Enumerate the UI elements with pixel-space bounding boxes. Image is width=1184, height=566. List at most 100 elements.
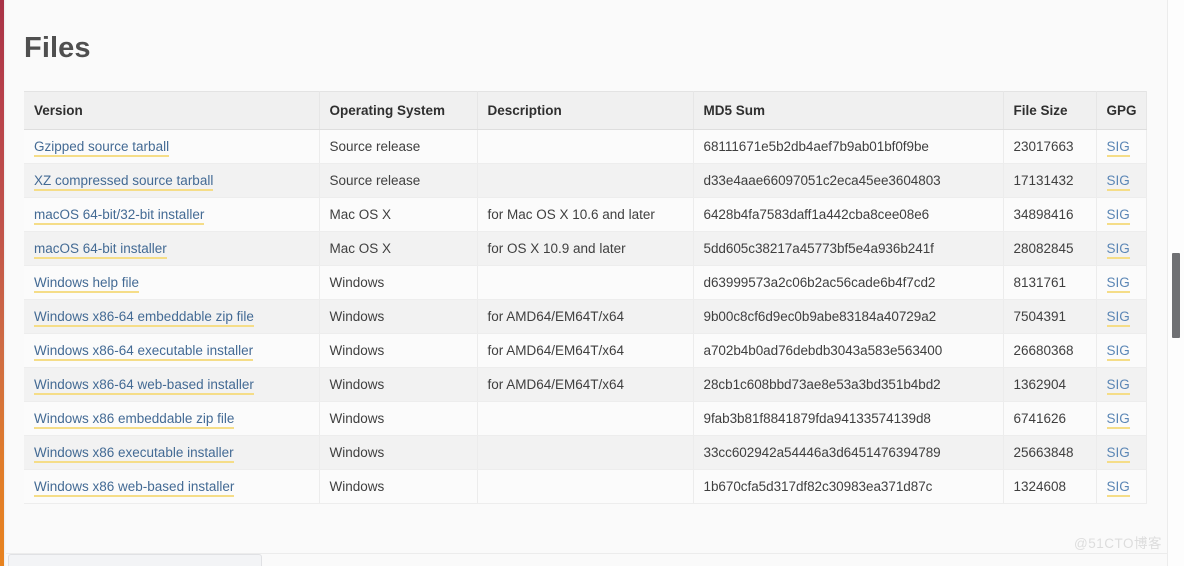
table-row: Windows x86-64 embeddable zip file Window… [24,299,1147,334]
cell-version: Windows x86-64 embeddable zip file [24,299,320,334]
column-header-gpg: GPG [1096,91,1147,130]
page-root: Files Version Operating System Descripti… [0,0,1184,566]
cell-version: macOS 64-bit/32-bit installer [24,197,320,232]
cell-description: for AMD64/EM64T/x64 [477,333,694,368]
watermark: @51CTO博客 [1074,536,1162,551]
cell-gpg: SIG [1096,333,1147,368]
cell-md5-sum: 28cb1c608bbd73ae8e53a3bd351b4bd2 [693,367,1004,402]
version-download-link[interactable]: Windows x86 executable installer [34,445,234,463]
cell-description [477,435,694,470]
cell-file-size: 25663848 [1003,435,1097,470]
vertical-scrollbar-track[interactable] [1167,0,1184,566]
cell-operating-system: Windows [319,367,478,402]
table-row: XZ compressed source tarball Source relea… [24,163,1147,198]
cell-description [477,469,694,504]
table-row: Windows x86 embeddable zip file Windows 9f… [24,401,1147,436]
cell-description: for AMD64/EM64T/x64 [477,299,694,334]
cell-file-size: 28082845 [1003,231,1097,266]
files-table-container: Version Operating System Description MD5… [24,91,1147,504]
cell-operating-system: Windows [319,333,478,368]
cell-description [477,401,694,436]
column-header-os: Operating System [319,91,478,130]
cell-operating-system: Mac OS X [319,197,478,232]
gpg-signature-link[interactable]: SIG [1106,479,1130,497]
cell-md5-sum: 9b00c8cf6d9ec0b9abe83184a40729a2 [693,299,1004,334]
cell-md5-sum: 1b670cfa5d317df82c30983ea371d87c [693,469,1004,504]
cell-gpg: SIG [1096,299,1147,334]
version-download-link[interactable]: Windows help file [34,275,140,293]
cell-version: Windows x86-64 executable installer [24,333,320,368]
cell-md5-sum: d33e4aae66097051c2eca45ee3604803 [693,163,1004,198]
gpg-signature-link[interactable]: SIG [1106,207,1130,225]
cell-description: for OS X 10.9 and later [477,231,694,266]
cell-description [477,265,694,300]
cell-gpg: SIG [1096,231,1147,266]
gpg-signature-link[interactable]: SIG [1106,275,1130,293]
table-header-row: Version Operating System Description MD5… [24,91,1147,130]
cell-file-size: 6741626 [1003,401,1097,436]
cell-description [477,129,694,164]
cell-gpg: SIG [1096,435,1147,470]
cell-file-size: 7504391 [1003,299,1097,334]
version-download-link[interactable]: XZ compressed source tarball [34,173,214,191]
version-download-link[interactable]: Windows x86-64 web-based installer [34,377,254,395]
cell-gpg: SIG [1096,265,1147,300]
gpg-signature-link[interactable]: SIG [1106,241,1130,259]
bottom-status-panel[interactable] [8,554,262,566]
version-download-link[interactable]: macOS 64-bit/32-bit installer [34,207,205,225]
cell-gpg: SIG [1096,163,1147,198]
cell-file-size: 17131432 [1003,163,1097,198]
gpg-signature-link[interactable]: SIG [1106,411,1130,429]
cell-md5-sum: a702b4b0ad76debdb3043a583e563400 [693,333,1004,368]
version-download-link[interactable]: Windows x86-64 executable installer [34,343,254,361]
table-row: Windows x86-64 executable installer Windo… [24,333,1147,368]
cell-operating-system: Windows [319,299,478,334]
table-row: Windows help file Windows d63999573a2c06b2… [24,265,1147,300]
column-header-description: Description [477,91,694,130]
version-download-link[interactable]: Windows x86 web-based installer [34,479,235,497]
cell-version: Windows x86 web-based installer [24,469,320,504]
table-row: macOS 64-bit/32-bit installer Mac OS Xfor… [24,197,1147,232]
table-row: Windows x86-64 web-based installer Window… [24,367,1147,402]
cell-gpg: SIG [1096,367,1147,402]
gpg-signature-link[interactable]: SIG [1106,445,1130,463]
page-title: Files [24,32,91,64]
version-download-link[interactable]: Windows x86 embeddable zip file [34,411,235,429]
gpg-signature-link[interactable]: SIG [1106,377,1130,395]
cell-file-size: 8131761 [1003,265,1097,300]
cell-gpg: SIG [1096,469,1147,504]
column-header-md5: MD5 Sum [693,91,1004,130]
cell-md5-sum: 33cc602942a54446a3d6451476394789 [693,435,1004,470]
cell-description [477,163,694,198]
cell-md5-sum: d63999573a2c06b2ac56cade6b4f7cd2 [693,265,1004,300]
cell-gpg: SIG [1096,197,1147,232]
cell-operating-system: Source release [319,163,478,198]
version-download-link[interactable]: Windows x86-64 embeddable zip file [34,309,254,327]
cell-file-size: 26680368 [1003,333,1097,368]
cell-version: Windows help file [24,265,320,300]
cell-operating-system: Windows [319,265,478,300]
files-table-body: Gzipped source tarball Source release 6811… [24,129,1147,504]
files-table-head: Version Operating System Description MD5… [24,91,1147,130]
version-download-link[interactable]: Gzipped source tarball [34,139,170,157]
cell-file-size: 34898416 [1003,197,1097,232]
files-table: Version Operating System Description MD5… [24,91,1147,504]
table-row: Windows x86 executable installer Windows 3… [24,435,1147,470]
cell-version: Windows x86-64 web-based installer [24,367,320,402]
vertical-scrollbar-thumb[interactable] [1172,253,1180,338]
gpg-signature-link[interactable]: SIG [1106,173,1130,191]
gpg-signature-link[interactable]: SIG [1106,309,1130,327]
cell-operating-system: Windows [319,401,478,436]
cell-operating-system: Windows [319,469,478,504]
cell-version: Gzipped source tarball [24,129,320,164]
version-download-link[interactable]: macOS 64-bit installer [34,241,167,259]
accent-stripe [0,0,4,566]
cell-gpg: SIG [1096,129,1147,164]
gpg-signature-link[interactable]: SIG [1106,139,1130,157]
column-header-version: Version [24,91,320,130]
cell-md5-sum: 5dd605c38217a45773bf5e4a936b241f [693,231,1004,266]
page-content: Files Version Operating System Descripti… [6,0,1167,553]
cell-md5-sum: 68111671e5b2db4aef7b9ab01bf0f9be [693,129,1004,164]
cell-version: Windows x86 embeddable zip file [24,401,320,436]
gpg-signature-link[interactable]: SIG [1106,343,1130,361]
